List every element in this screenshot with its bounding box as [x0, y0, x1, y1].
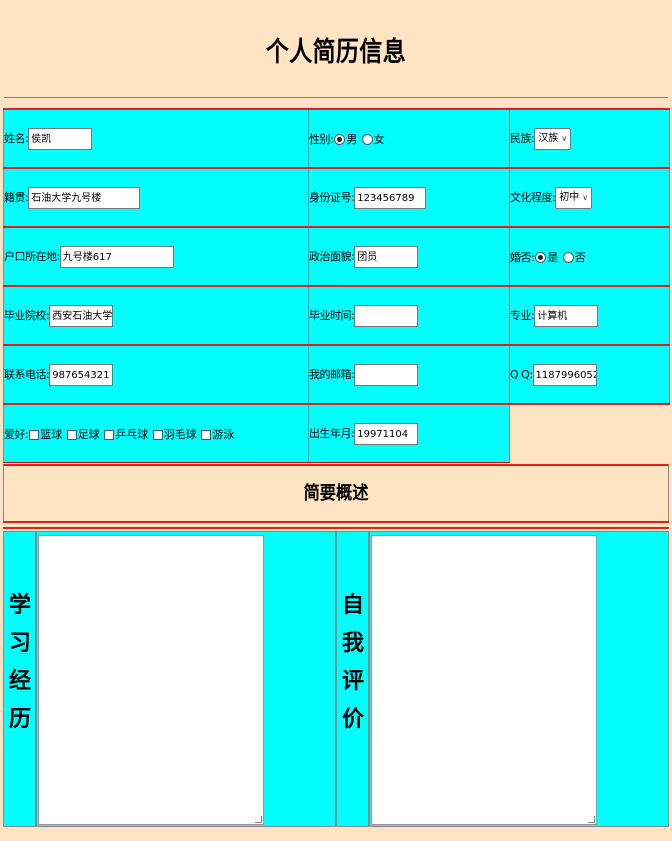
gradtime-cell: 毕业时间:	[308, 285, 510, 346]
gradtime-label: 毕业时间:	[309, 308, 355, 322]
birth-cell: 出生年月: 19971104	[308, 403, 510, 463]
chevron-down-icon: ∨	[582, 192, 589, 202]
hobby-checkbox[interactable]	[201, 429, 212, 440]
resize-grip-icon[interactable]	[255, 816, 262, 823]
married-yes-radio[interactable]	[535, 252, 547, 263]
birth-label: 出生年月:	[309, 426, 355, 440]
edu-cell: 文化程度: 初中 ∨	[509, 167, 670, 228]
origin-cell: 籍贯: 石油大学九号楼	[3, 167, 309, 228]
study-label: 学习经历	[8, 593, 31, 732]
empty-cell	[509, 403, 670, 463]
edu-select[interactable]: 初中 ∨	[555, 186, 593, 209]
gender-female-label: 女	[373, 132, 385, 146]
table-row: 联系电话: 987654321 我的邮箱: Q Q: 1187996052	[3, 344, 670, 405]
hobby-label: 爱好:	[4, 427, 29, 441]
hobby-label-item: 足球	[77, 427, 100, 441]
ethnic-label: 民族:	[510, 131, 535, 145]
table-row: 籍贯: 石油大学九号楼 身份证号: 123456789 文化程度: 初中 ∨	[3, 167, 670, 228]
id-label: 身份证号:	[309, 190, 355, 204]
married-cell: 婚否: 是 否	[509, 226, 670, 287]
hobby-checkbox[interactable]	[29, 429, 40, 440]
ethnic-cell: 民族: 汉族 ∨	[509, 108, 670, 169]
gender-male-label: 男	[346, 132, 358, 146]
hobby-cell: 爱好: 篮球 足球 乒乓球 羽毛球 游泳	[3, 403, 309, 463]
table-row: 毕业院校: 西安石油大学 毕业时间: 专业: 计算机	[3, 285, 670, 346]
study-textarea[interactable]	[38, 535, 264, 825]
edu-label: 文化程度:	[510, 190, 556, 204]
name-cell: 姓名: 侯凯	[3, 108, 309, 169]
hukou-cell: 户口所在地: 九号楼617	[3, 226, 309, 287]
table-row: 爱好: 篮球 足球 乒乓球 羽毛球 游泳 出生年月: 19971104	[3, 403, 670, 463]
major-cell: 专业: 计算机	[509, 285, 670, 346]
married-label: 婚否:	[510, 250, 535, 264]
phone-cell: 联系电话: 987654321	[3, 344, 309, 405]
school-label: 毕业院校:	[4, 308, 50, 322]
married-no-label: 否	[574, 250, 586, 264]
major-label: 专业:	[510, 308, 535, 322]
study-area-cell	[36, 531, 336, 827]
hobby-label-item: 游泳	[212, 427, 235, 441]
study-label-cell: 学习经历	[3, 531, 36, 827]
hobby-label-item: 篮球	[40, 427, 63, 441]
email-cell: 我的邮箱:	[308, 344, 510, 405]
married-yes-label: 是	[547, 250, 559, 264]
hobby-checkbox[interactable]	[152, 429, 163, 440]
email-label: 我的邮箱:	[309, 367, 355, 381]
school-cell: 毕业院校: 西安石油大学	[3, 285, 309, 346]
origin-label: 籍贯:	[4, 190, 29, 204]
table-row: 姓名: 侯凯 性别: 男 女 民族: 汉族 ∨	[3, 108, 670, 169]
table-row: 户口所在地: 九号楼617 政治面貌: 团员 婚否: 是 否	[3, 226, 670, 287]
gender-label: 性别:	[309, 132, 334, 146]
description-section: 学习经历 自我评价	[3, 527, 669, 827]
gender-cell: 性别: 男 女	[308, 108, 510, 169]
self-area-cell	[369, 531, 669, 827]
qq-input[interactable]: 1187996052	[532, 363, 597, 386]
hukou-label: 户口所在地:	[4, 249, 60, 263]
qq-cell: Q Q: 1187996052	[509, 344, 670, 405]
hobby-label-item: 乒乓球	[115, 427, 149, 441]
page-title: 个人简历信息	[265, 37, 407, 68]
self-textarea[interactable]	[371, 535, 597, 825]
resize-grip-icon[interactable]	[588, 816, 595, 823]
hobby-checkbox[interactable]	[66, 429, 77, 440]
married-no-radio[interactable]	[562, 252, 574, 263]
hukou-input[interactable]: 九号楼617	[59, 245, 174, 268]
birth-input[interactable]: 19971104	[354, 422, 419, 445]
hobby-checkbox[interactable]	[104, 429, 115, 440]
origin-input[interactable]: 石油大学九号楼	[28, 186, 141, 209]
political-input[interactable]: 团员	[354, 245, 419, 268]
phone-label: 联系电话:	[4, 367, 50, 381]
id-input[interactable]: 123456789	[354, 186, 427, 209]
email-input[interactable]	[354, 363, 419, 386]
gradtime-input[interactable]	[354, 304, 419, 327]
edu-select-value: 初中	[559, 191, 580, 203]
political-label: 政治面貌:	[309, 249, 355, 263]
divider	[4, 97, 668, 98]
resume-form-table: 姓名: 侯凯 性别: 男 女 民族: 汉族 ∨ 籍贯: 石油大学九号楼 身份证号: 1234…	[3, 108, 670, 463]
ethnic-select-value: 汉族	[538, 132, 559, 144]
ethnic-select[interactable]: 汉族 ∨	[534, 127, 572, 150]
gender-female-radio[interactable]	[361, 134, 373, 145]
school-input[interactable]: 西安石油大学	[49, 304, 114, 327]
summary-header: 简要概述	[3, 464, 669, 523]
self-label: 自我评价	[341, 593, 364, 732]
self-label-cell: 自我评价	[336, 531, 369, 827]
gender-male-radio[interactable]	[334, 134, 346, 145]
qq-label: Q Q:	[510, 367, 533, 381]
political-cell: 政治面貌: 团员	[308, 226, 510, 287]
chevron-down-icon: ∨	[561, 133, 568, 143]
major-input[interactable]: 计算机	[534, 304, 599, 327]
name-input[interactable]: 侯凯	[28, 127, 93, 150]
name-label: 姓名:	[4, 131, 29, 145]
summary-title: 简要概述	[303, 483, 369, 504]
phone-input[interactable]: 987654321	[49, 363, 114, 386]
id-cell: 身份证号: 123456789	[308, 167, 510, 228]
hobby-label-item: 羽毛球	[163, 427, 197, 441]
